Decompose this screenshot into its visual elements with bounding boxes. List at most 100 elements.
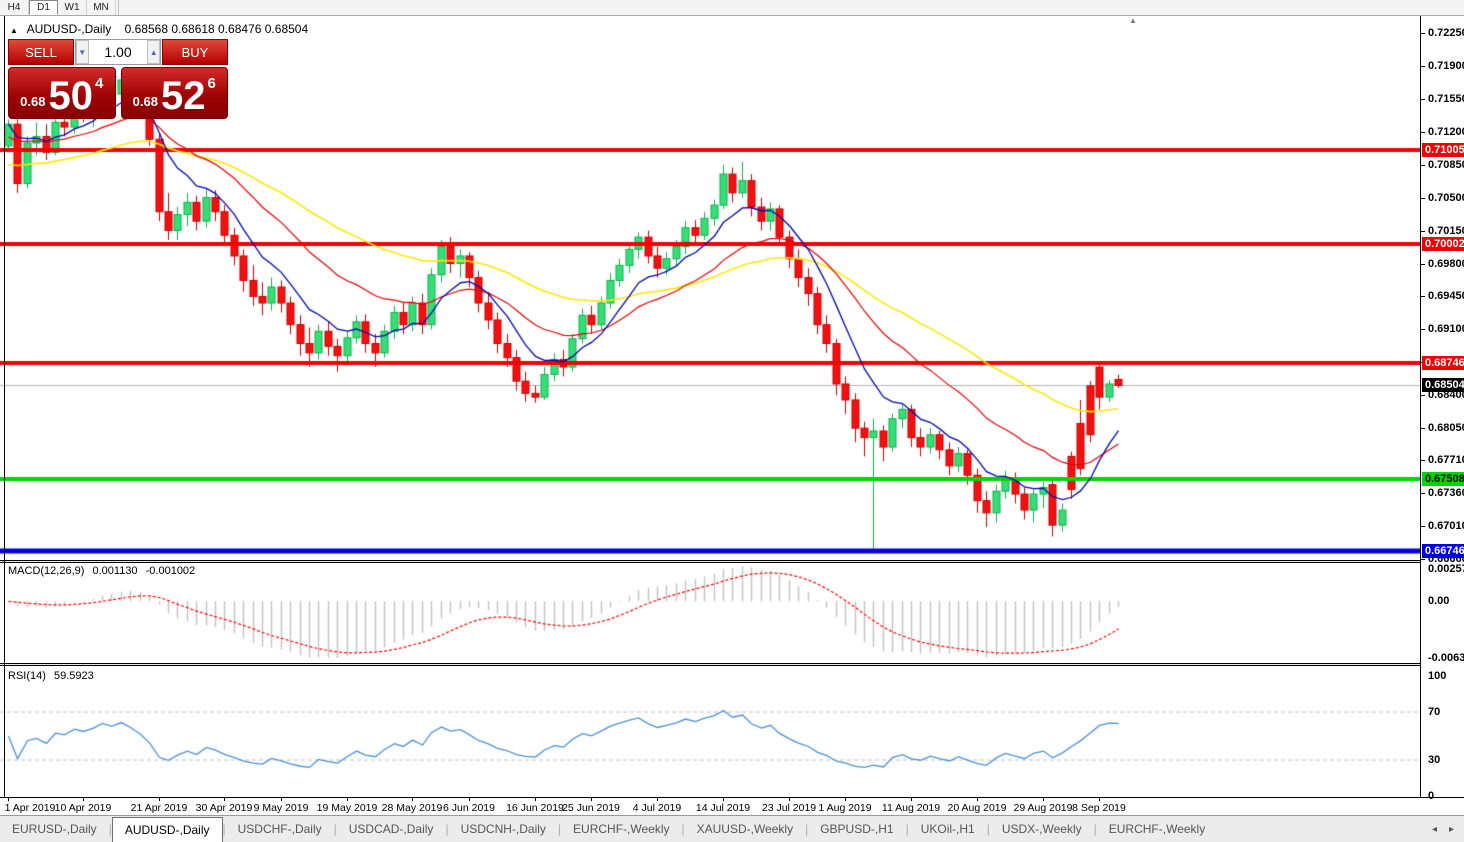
date-tick-mark <box>789 798 790 801</box>
rsi-axis-label: 70 <box>1428 706 1441 718</box>
chart-tab-3-usdcaddaily[interactable]: USDCAD-,Daily <box>337 816 446 842</box>
date-tick-mark <box>723 798 724 801</box>
tab-scroll-left-icon[interactable]: ◂ <box>1432 824 1437 835</box>
timeframe-toolbar: H4 D1 W1 MN <box>0 0 1464 16</box>
date-tick-label: 20 Aug 2019 <box>947 802 1007 814</box>
volume-input[interactable] <box>88 40 148 64</box>
macd-indicator-chart[interactable] <box>0 563 1420 663</box>
macd-axis-label: 0.002574 <box>1428 563 1464 575</box>
period-button-MN[interactable]: MN <box>87 0 116 15</box>
date-tick-mark <box>1099 798 1100 801</box>
date-tick-label: 29 Aug 2019 <box>1013 802 1073 814</box>
price-tick-label: 0.71550 <box>1428 93 1464 105</box>
price-tick-mark <box>1421 559 1425 560</box>
buy-price-base: 0.68 <box>132 94 158 109</box>
volume-down-button[interactable]: ▼ <box>76 40 89 64</box>
chart-tab-9-usdxweekly[interactable]: USDX-,Weekly <box>990 816 1094 842</box>
price-tick-mark <box>1421 493 1425 494</box>
price-tick-mark <box>1421 395 1425 396</box>
buy-price-tile[interactable]: 0.68 52 6 <box>120 67 228 119</box>
price-tick-mark <box>1421 33 1425 34</box>
rsi-value: 59.5923 <box>53 670 94 682</box>
price-tick-label: 0.67360 <box>1428 487 1464 499</box>
price-tick-label: 0.71900 <box>1428 60 1464 72</box>
volume-up-button[interactable]: ▲ <box>147 40 161 64</box>
price-tick-label: 0.69100 <box>1428 323 1464 335</box>
tab-scroll-arrows: ◂ ▸ <box>1432 816 1464 842</box>
price-tick-label: 0.70850 <box>1428 159 1464 171</box>
date-tick-label: 23 Jul 2019 <box>761 802 817 814</box>
sell-price-tile[interactable]: 0.68 50 4 <box>8 67 116 119</box>
date-tick-mark <box>469 798 470 801</box>
date-tick-label: 16 Jun 2019 <box>506 802 564 814</box>
price-tick-label: 0.67710 <box>1428 454 1464 466</box>
sell-price-point: 4 <box>94 75 104 92</box>
buy-button[interactable]: BUY <box>162 39 228 65</box>
chart-tab-6-xauusdweekly[interactable]: XAUUSD-,Weekly <box>685 816 805 842</box>
price-tick-label: 0.69450 <box>1428 290 1464 302</box>
chart-tab-1-audusddaily[interactable]: AUDUSD-,Daily <box>111 817 223 842</box>
period-button-W1[interactable]: W1 <box>58 0 87 15</box>
rsi-axis-label: 100 <box>1428 670 1447 682</box>
price-level-badge: 0.71005 <box>1422 143 1464 157</box>
macd-axis-label: 0.00 <box>1428 595 1450 607</box>
date-tick-mark <box>83 798 84 801</box>
price-tick-mark <box>1421 526 1425 527</box>
tab-scroll-right-icon[interactable]: ▸ <box>1449 824 1454 835</box>
date-tick-label: 19 May 2019 <box>316 802 378 814</box>
chart-tabs: EURUSD-,Daily | AUDUSD-,Daily | USDCHF-,Dail… <box>0 816 1217 842</box>
chart-tab-bar: EURUSD-,Daily | AUDUSD-,Daily | USDCHF-,Dail… <box>0 815 1464 842</box>
macd-label: MACD(12,26,9) 0.001130 -0.001002 <box>8 565 200 577</box>
price-tick-mark <box>1421 264 1425 265</box>
macd-axis-label: -0.006326 <box>1428 652 1464 664</box>
collapse-panel-icon[interactable]: ▲ <box>10 26 18 35</box>
chart-tab-7-gbpusdh1[interactable]: GBPUSD-,H1 <box>808 816 905 842</box>
price-tick-label: 0.71200 <box>1428 126 1464 138</box>
price-tick-mark <box>1421 329 1425 330</box>
buy-price-point: 6 <box>207 75 216 92</box>
date-tick-label: 8 Sep 2019 <box>1072 802 1126 814</box>
period-button-D1[interactable]: D1 <box>29 0 58 15</box>
date-tick-label: 28 May 2019 <box>381 802 443 814</box>
sell-button[interactable]: SELL <box>8 39 74 65</box>
rsi-name: RSI(14) <box>8 670 46 682</box>
chart-tab-8-ukoilh1[interactable]: UKOil-,H1 <box>909 816 987 842</box>
date-tick-label: 4 Jul 2019 <box>632 802 682 814</box>
rsi-indicator-chart[interactable] <box>0 666 1420 797</box>
price-level-badge: 0.66746 <box>1422 544 1464 558</box>
date-tick-mark <box>911 798 912 801</box>
macd-main-value: 0.001130 <box>92 565 138 577</box>
date-tick-mark <box>8 798 9 801</box>
price-tick-mark <box>1421 198 1425 199</box>
date-tick-label: 11 Aug 2019 <box>881 802 941 814</box>
price-tick-mark <box>1421 428 1425 429</box>
period-buttons: H4 D1 W1 MN <box>0 0 116 15</box>
sell-price-pips: 50 <box>48 74 93 118</box>
rsi-label: RSI(14) 59.5923 <box>8 670 99 682</box>
date-tick-mark <box>591 798 592 801</box>
chart-tab-10-eurchfweekly[interactable]: EURCHF-,Weekly <box>1097 816 1217 842</box>
period-button-H4[interactable]: H4 <box>0 0 29 15</box>
date-tick-label: 25 Jun 2019 <box>562 802 620 814</box>
macd-name: MACD(12,26,9) <box>8 565 85 577</box>
chart-tab-0-eurusddaily[interactable]: EURUSD-,Daily <box>0 816 109 842</box>
date-tick-label: 1 Apr 2019 <box>4 802 56 814</box>
date-tick-mark <box>657 798 658 801</box>
date-tick-label: 14 Jul 2019 <box>695 802 751 814</box>
chart-shift-marker-icon[interactable]: ▲ <box>1129 16 1137 25</box>
price-level-badge: 0.68746 <box>1422 356 1464 370</box>
price-tick-label: 0.67010 <box>1428 520 1464 532</box>
price-tick-label: 0.70500 <box>1428 192 1464 204</box>
price-level-badge: 0.70002 <box>1422 237 1464 251</box>
chart-symbol-label: AUDUSD-,Daily <box>26 22 112 36</box>
chart-tab-4-usdcnhdaily[interactable]: USDCNH-,Daily <box>449 816 558 842</box>
chart-ohlc-quotes: 0.68568 0.68618 0.68476 0.68504 <box>124 22 309 36</box>
price-tick-mark <box>1421 66 1425 67</box>
date-tick-label: 10 Apr 2019 <box>54 802 112 814</box>
chart-tab-2-usdchfdaily[interactable]: USDCHF-,Daily <box>226 816 334 842</box>
chart-tab-5-eurchfweekly[interactable]: EURCHF-,Weekly <box>561 816 681 842</box>
date-tick-mark <box>281 798 282 801</box>
toolbar-divider <box>118 0 119 15</box>
price-level-badge: 0.67508 <box>1422 472 1464 486</box>
one-click-trade-panel: SELL ▼ ▲ BUY 0.68 50 4 0.68 52 6 <box>8 39 228 119</box>
